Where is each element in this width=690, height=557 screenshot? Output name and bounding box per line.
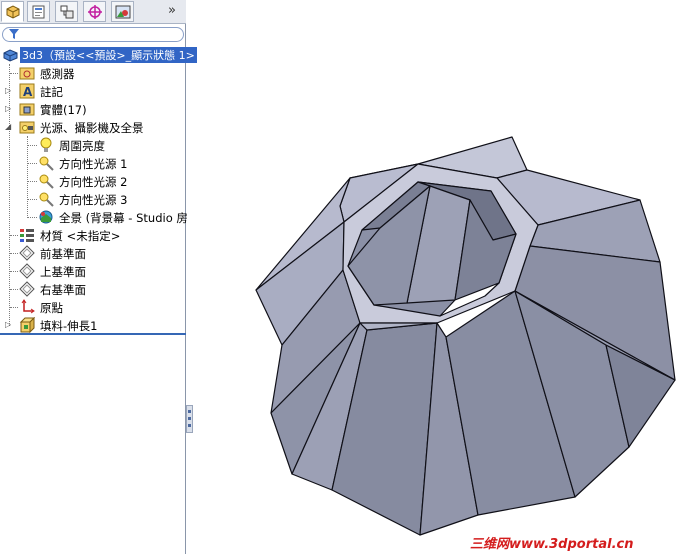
tree-item-label: 實體(17): [40, 103, 87, 117]
tree-item-label: 全景 (背景幕 - Studio 房: [59, 211, 188, 225]
property-manager-icon: [32, 5, 45, 19]
tree-root-label: 3d3（預設<<預設>_顯示狀態 1>: [20, 47, 197, 63]
property-manager-tab[interactable]: [27, 1, 50, 22]
tree-item-directional-light-1[interactable]: 方向性光源 1: [0, 154, 186, 172]
tree-connector: [10, 235, 18, 236]
tree-item-directional-light-2[interactable]: 方向性光源 2: [0, 172, 186, 190]
expand-arrow-icon[interactable]: ▷: [5, 105, 13, 113]
tree-connector: [28, 181, 37, 182]
annotation-icon: A: [19, 83, 35, 99]
tree-item-label: 方向性光源 2: [59, 175, 128, 189]
tree-item-ambient-light[interactable]: 周圍亮度: [0, 136, 186, 154]
tree-connector: [10, 307, 18, 308]
tree-connector: [28, 217, 37, 218]
configuration-manager-icon: [60, 5, 74, 19]
feature-filter-input[interactable]: [2, 27, 184, 42]
tree-item-label: 原點: [40, 301, 63, 315]
expand-arrow-icon[interactable]: ▷: [5, 321, 13, 329]
tree-item-sensors[interactable]: 感測器: [0, 64, 186, 82]
tree-item-label: 前基準面: [40, 247, 86, 261]
plane-icon: [19, 281, 35, 297]
tab-overflow-chevron-icon[interactable]: »: [168, 3, 176, 18]
feature-manager-panel: » 3d3（預設<<預設>_顯示狀態 1> 感測器 ▷ A 註記 ▷ 實體(17…: [0, 0, 197, 554]
configuration-manager-tab[interactable]: [55, 1, 78, 22]
feature-manager-icon: [6, 5, 20, 19]
material-icon: [20, 229, 34, 242]
plane-icon: [19, 263, 35, 279]
origin-icon: [21, 299, 35, 314]
filter-funnel-icon: [9, 29, 19, 39]
expand-arrow-icon[interactable]: ▷: [5, 87, 13, 95]
display-manager-icon: [115, 5, 131, 19]
watermark: 三维网www.3dportal.cn: [470, 537, 634, 552]
tree-item-lights-cameras[interactable]: ◢ 光源、攝影機及全景: [0, 118, 186, 136]
tree-connector: [10, 271, 18, 272]
tree-item-label: 光源、攝影機及全景: [40, 121, 144, 135]
tree-connector: [28, 145, 37, 146]
manager-tab-bar: »: [0, 0, 186, 24]
ambient-light-icon: [40, 137, 52, 152]
tree-item-front-plane[interactable]: 前基準面: [0, 244, 186, 262]
dimxpert-tab[interactable]: [83, 1, 106, 22]
directional-light-icon: [39, 156, 54, 171]
collapse-arrow-icon[interactable]: ◢: [5, 123, 13, 131]
solid-bodies-icon: [19, 103, 35, 116]
tree-connector: [28, 199, 37, 200]
tree-item-label: 方向性光源 1: [59, 157, 128, 171]
tree-connector: [10, 253, 18, 254]
tree-item-label: 方向性光源 3: [59, 193, 128, 207]
part-icon: [3, 49, 18, 62]
svg-text:A: A: [23, 85, 33, 99]
dimxpert-crosshair-icon: [88, 5, 102, 19]
tree-item-label: 周圍亮度: [59, 139, 105, 153]
tree-item-label: 材質 <未指定>: [40, 229, 121, 243]
tree-item-boss-extrude[interactable]: ▷ 填料-伸長1: [0, 316, 186, 334]
tree-item-annotations[interactable]: ▷ A 註記: [0, 82, 186, 100]
model-view: [255, 136, 676, 536]
tree-item-directional-light-3[interactable]: 方向性光源 3: [0, 190, 186, 208]
tree-item-top-plane[interactable]: 上基準面: [0, 262, 186, 280]
panel-splitter-handle[interactable]: [186, 405, 193, 433]
tree-connector: [28, 163, 37, 164]
display-manager-tab[interactable]: [111, 1, 134, 22]
plane-icon: [19, 245, 35, 261]
feature-manager-tab[interactable]: [1, 1, 24, 22]
tree-item-label: 註記: [40, 85, 63, 99]
tree-connector: [10, 289, 18, 290]
scene-icon: [39, 210, 53, 224]
tree-connector: [10, 73, 18, 74]
tree-item-label: 右基準面: [40, 283, 86, 297]
graphics-area[interactable]: [193, 0, 690, 554]
extrude-icon: [19, 317, 35, 333]
tree-item-label: 上基準面: [40, 265, 86, 279]
tree-item-label: 填料-伸長1: [40, 319, 98, 333]
lights-cameras-icon: [19, 121, 35, 134]
tree-item-label: 感測器: [40, 67, 75, 81]
directional-light-icon: [39, 192, 54, 207]
directional-light-icon: [39, 174, 54, 189]
tree-item-material[interactable]: 材質 <未指定>: [0, 226, 186, 244]
sensor-folder-icon: [19, 67, 35, 80]
tree-item-solid-bodies[interactable]: ▷ 實體(17): [0, 100, 186, 118]
tree-item-right-plane[interactable]: 右基準面: [0, 280, 186, 298]
tree-item-scene[interactable]: 全景 (背景幕 - Studio 房: [0, 208, 188, 226]
rollback-bar[interactable]: [0, 333, 186, 335]
tree-root-part[interactable]: 3d3（預設<<預設>_顯示狀態 1>: [0, 46, 197, 64]
tree-item-origin[interactable]: 原點: [0, 298, 186, 316]
